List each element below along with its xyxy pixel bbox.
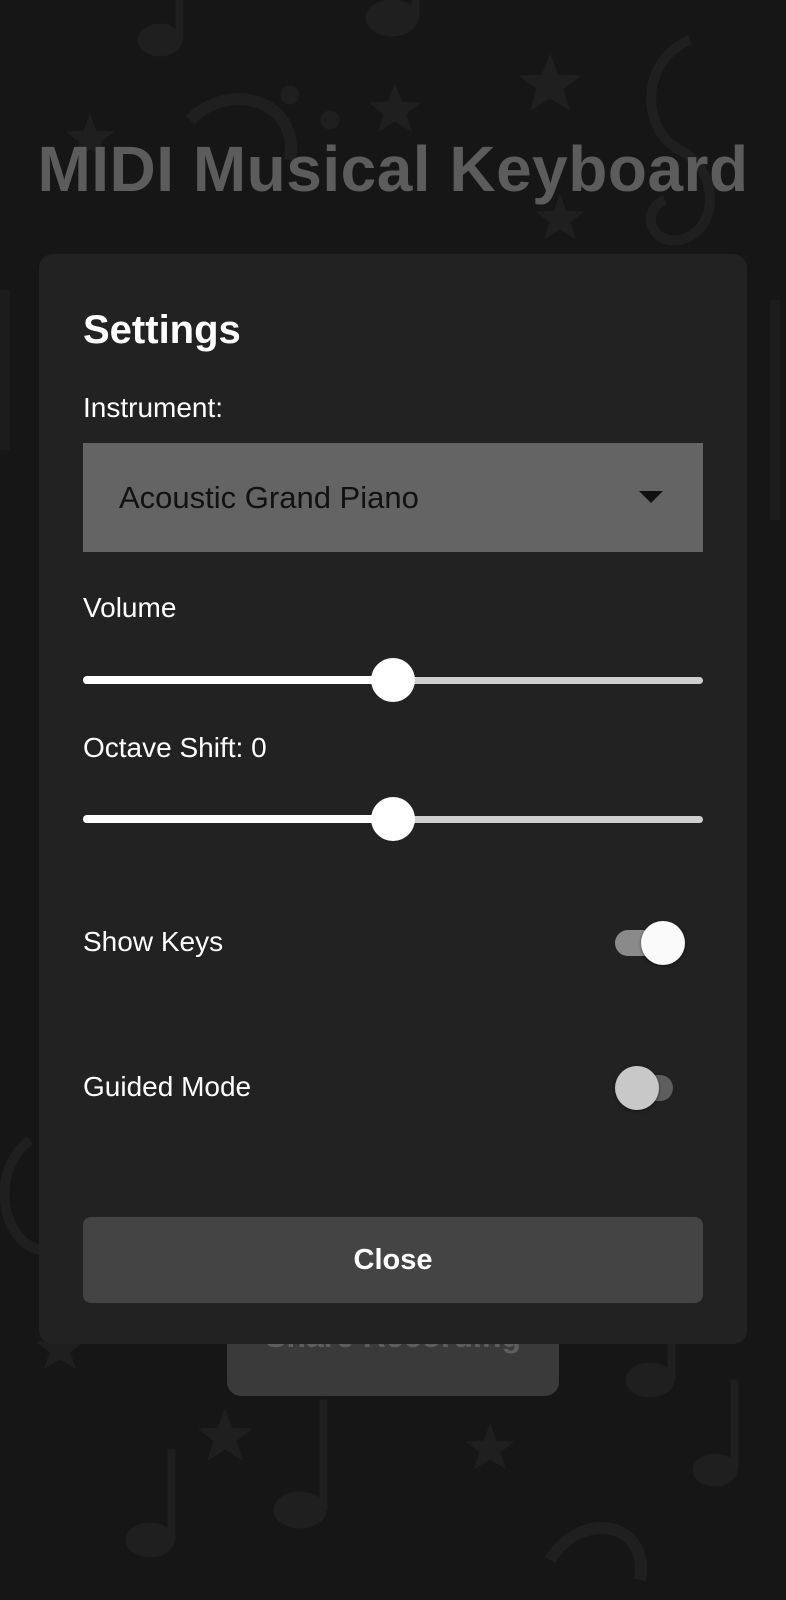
show-keys-row: Show Keys	[83, 918, 703, 968]
volume-label: Volume	[83, 592, 177, 623]
show-keys-toggle[interactable]	[615, 918, 685, 968]
star-icon	[465, 1423, 515, 1470]
slider-thumb[interactable]	[371, 797, 415, 841]
show-keys-label: Show Keys	[83, 926, 224, 957]
star-icon	[368, 83, 422, 133]
toggle-knob	[641, 921, 685, 965]
guided-mode-toggle[interactable]	[615, 1063, 689, 1113]
toggle-knob	[615, 1066, 659, 1110]
guided-mode-label: Guided Mode	[83, 1071, 252, 1102]
dialog-title: Settings	[83, 308, 241, 352]
slider-thumb[interactable]	[371, 658, 415, 702]
instrument-select[interactable]: Acoustic Grand Piano	[83, 443, 703, 552]
eighth-note-icon	[273, 1399, 328, 1529]
eighth-note-icon	[137, 0, 184, 57]
instrument-label: Instrument:	[83, 392, 224, 423]
instrument-selected-value: Acoustic Grand Piano	[119, 479, 419, 515]
eighth-note-icon	[125, 1449, 176, 1558]
octave-shift-label: Octave Shift: 0	[83, 732, 267, 763]
treble-clef-icon	[0, 1136, 42, 1255]
octave-shift-slider[interactable]	[83, 793, 703, 843]
slider-track-fill	[83, 815, 393, 823]
bass-clef-icon	[544, 1522, 647, 1581]
guided-mode-row: Guided Mode	[83, 1063, 703, 1113]
star-icon	[518, 53, 582, 112]
volume-slider[interactable]	[83, 654, 703, 704]
caret-down-icon	[639, 491, 663, 503]
star-icon	[197, 1408, 253, 1462]
settings-dialog: Settings Instrument: Acoustic Grand Pian…	[39, 254, 747, 1344]
app-title: MIDI Musical Keyboard	[37, 133, 749, 205]
eighth-note-icon	[692, 1379, 739, 1487]
slider-track-fill	[83, 676, 393, 684]
close-button[interactable]: Close	[83, 1217, 703, 1303]
eighth-note-icon	[365, 0, 420, 37]
